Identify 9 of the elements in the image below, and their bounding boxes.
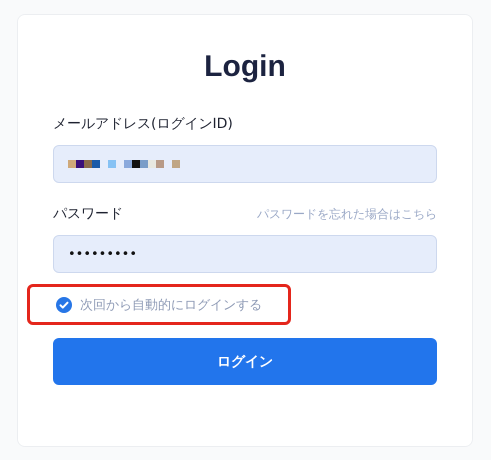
email-field[interactable]: [53, 145, 437, 183]
email-label: メールアドレス(ログインID): [53, 115, 234, 133]
remember-checkbox[interactable]: [56, 296, 72, 312]
forgot-password-link[interactable]: パスワードを忘れた場合はこちら: [257, 206, 437, 222]
login-title: Login: [203, 49, 287, 85]
login-button[interactable]: ログイン: [53, 338, 437, 385]
password-field[interactable]: •••••••••: [53, 235, 437, 273]
remember-label: 次回から自動的にログインする: [80, 296, 262, 314]
password-label: パスワード: [53, 205, 123, 223]
